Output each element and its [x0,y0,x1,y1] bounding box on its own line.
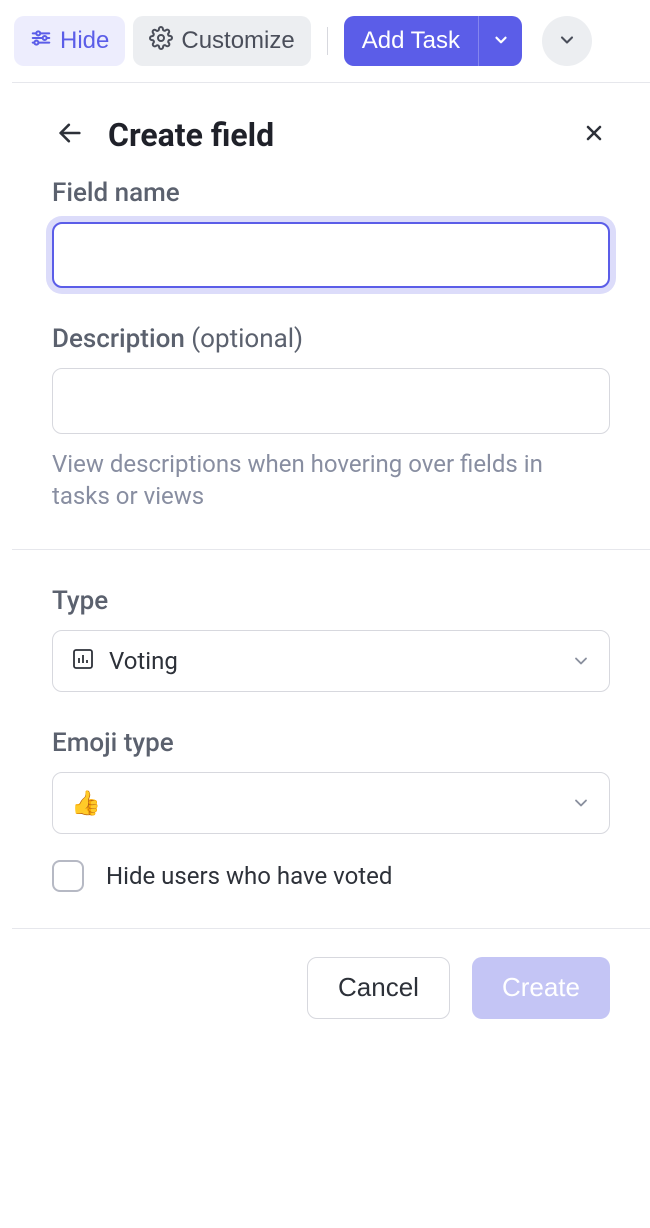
chart-icon [71,647,95,675]
section-divider [12,549,650,550]
emoji-type-select[interactable]: 👍 [52,772,610,834]
customize-button[interactable]: Customize [133,16,310,66]
description-optional-text: (optional) [185,324,303,354]
type-section: Type Voting [12,586,650,728]
top-toolbar: Hide Customize Add Task [0,0,650,82]
hide-users-checkbox-row[interactable]: Hide users who have voted [52,860,610,892]
cancel-button-label: Cancel [338,972,419,1002]
close-icon [582,121,606,148]
type-select-value: Voting [109,647,557,675]
panel-header: Create field [12,83,650,178]
create-field-panel: Create field Field name Description (opt… [12,82,650,1047]
back-button[interactable] [52,115,88,154]
cancel-button[interactable]: Cancel [307,957,450,1019]
emoji-type-section: Emoji type 👍 Hide users who have voted [12,728,650,928]
create-button-label: Create [502,972,580,1002]
type-select[interactable]: Voting [52,630,610,692]
customize-button-label: Customize [181,27,294,55]
gear-icon [149,26,173,57]
description-label: Description (optional) [52,324,610,354]
chevron-down-icon [571,651,591,671]
chevron-down-icon [492,31,510,52]
sliders-icon [30,27,52,56]
field-name-label: Field name [52,178,610,208]
chevron-down-icon [557,30,577,53]
description-hint: View descriptions when hovering over fie… [52,448,610,513]
toolbar-divider [327,27,328,55]
description-section: Description (optional) View descriptions… [12,324,650,549]
emoji-type-label: Emoji type [52,728,610,758]
panel-title: Create field [108,116,578,154]
hide-button-label: Hide [60,27,109,55]
more-options-button[interactable] [542,16,592,66]
chevron-down-icon [571,793,591,813]
field-name-input[interactable] [52,222,610,288]
add-task-dropdown-button[interactable] [478,16,522,66]
add-task-label: Add Task [362,27,460,54]
hide-users-label: Hide users who have voted [106,862,392,890]
arrow-left-icon [56,119,84,150]
description-label-text: Description [52,324,185,354]
field-name-section: Field name [12,178,650,324]
hide-button[interactable]: Hide [14,16,125,66]
hide-users-checkbox[interactable] [52,860,84,892]
description-input[interactable] [52,368,610,434]
close-button[interactable] [578,117,610,152]
create-button[interactable]: Create [472,957,610,1019]
add-task-button[interactable]: Add Task [344,16,478,66]
add-task-group: Add Task [344,16,522,66]
emoji-type-value: 👍 [71,789,557,817]
panel-footer: Cancel Create [12,928,650,1047]
type-label: Type [52,586,610,616]
